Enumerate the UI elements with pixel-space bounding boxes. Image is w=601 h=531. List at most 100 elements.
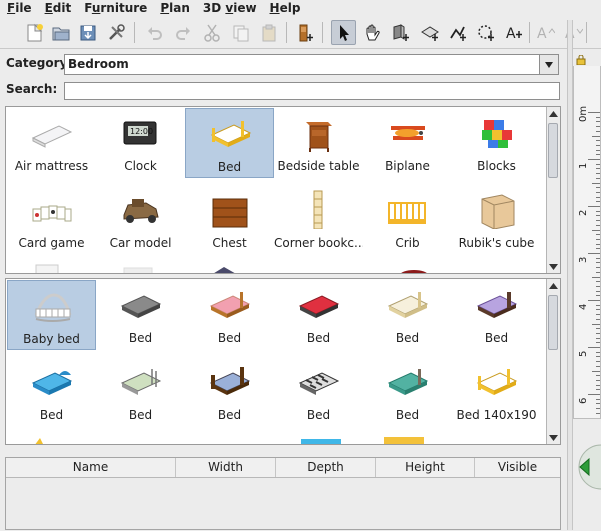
plan-view-pane: 0m 1 2 3 4 5 6 — [573, 50, 601, 531]
scroll-up-icon[interactable] — [547, 107, 560, 120]
catalog-item[interactable]: Crib — [363, 185, 452, 255]
ruler-minor-tick — [596, 389, 600, 391]
add-text-button[interactable]: A — [501, 20, 526, 45]
menu-furniture[interactable]: Furniture — [77, 0, 153, 16]
lock-icon[interactable] — [576, 54, 586, 66]
catalog-item-label: Chest — [212, 236, 247, 250]
result-item[interactable]: Bed — [185, 357, 274, 427]
new-home-button[interactable] — [22, 20, 47, 45]
scroll-thumb[interactable] — [548, 295, 558, 350]
column-header-name[interactable]: Name — [6, 458, 176, 477]
column-header-height[interactable]: Height — [376, 458, 475, 477]
catalog-item[interactable]: Car model — [96, 185, 185, 255]
scroll-up-icon[interactable] — [547, 279, 560, 292]
column-header-depth[interactable]: Depth — [276, 458, 376, 477]
result-item[interactable]: Bed — [7, 357, 96, 427]
catalog-item[interactable]: Rubik's cube — [452, 185, 541, 255]
result-item[interactable]: Bed — [274, 357, 363, 427]
add-furniture-button[interactable] — [292, 20, 317, 45]
scroll-thumb[interactable] — [548, 123, 558, 178]
result-item[interactable]: Bed — [274, 280, 363, 350]
redo-button[interactable] — [170, 20, 195, 45]
catalog-item[interactable]: 12:00 Clock — [96, 108, 185, 178]
ruler-minor-tick — [592, 276, 600, 278]
result-item-label: Bed — [395, 331, 420, 345]
ruler-minor-tick — [596, 332, 600, 334]
catalog-scrollbar[interactable] — [546, 107, 560, 273]
splitter-2[interactable] — [4, 447, 567, 453]
undo-button[interactable] — [142, 20, 167, 45]
ruler-minor-tick — [596, 295, 600, 297]
catalog-item[interactable]: Corner bookc... — [274, 185, 363, 255]
menu-3d-view[interactable]: 3D view — [196, 0, 263, 16]
result-item[interactable]: Bed — [452, 280, 541, 350]
create-polylines-button[interactable] — [445, 20, 470, 45]
open-button[interactable] — [48, 20, 73, 45]
pan-mode-button[interactable] — [359, 20, 384, 45]
ruler-minor-tick — [596, 121, 600, 123]
result-item-label: Bed — [306, 331, 331, 345]
result-item[interactable]: Baby bed — [7, 280, 96, 350]
ruler-minor-tick — [592, 370, 600, 372]
copy-button[interactable] — [228, 20, 253, 45]
ruler-minor-tick — [596, 262, 600, 264]
cut-icon — [203, 24, 220, 42]
bed-dark-wood-icon — [207, 361, 251, 401]
ruler-minor-tick — [596, 191, 600, 193]
result-item[interactable]: Bed — [96, 280, 185, 350]
paste-button[interactable] — [256, 20, 281, 45]
results-scrollbar[interactable] — [546, 279, 560, 444]
ruler-tick — [588, 206, 600, 207]
biplane-icon — [385, 112, 429, 152]
create-polylines-icon — [449, 26, 466, 41]
select-mode-button[interactable] — [331, 20, 356, 45]
create-rooms-button[interactable] — [417, 20, 442, 45]
catalog-item-label: Blocks — [477, 159, 516, 173]
navigation-arrows-icon[interactable] — [575, 439, 601, 499]
bed-pink-icon — [207, 284, 251, 324]
catalog-item[interactable]: Air mattress — [7, 108, 96, 178]
catalog-item[interactable]: Blocks — [452, 108, 541, 178]
cut-button[interactable] — [199, 20, 224, 45]
catalog-item[interactable]: Card game — [7, 185, 96, 255]
catalog-item-label: Crib — [395, 236, 420, 250]
crib-icon — [385, 189, 429, 229]
vertical-ruler: 0m 1 2 3 4 5 6 — [573, 66, 601, 438]
ruler-minor-tick — [596, 361, 600, 363]
menu-plan[interactable]: Plan — [153, 0, 196, 16]
save-button[interactable] — [75, 20, 100, 45]
catalog-item[interactable]: Chest — [185, 185, 274, 255]
scroll-down-icon[interactable] — [547, 431, 560, 444]
catalog-item[interactable]: Bedside table — [274, 108, 363, 178]
catalog-item[interactable]: Biplane — [363, 108, 452, 178]
search-input[interactable] — [64, 82, 560, 100]
menu-bar: File Edit Furniture Plan 3D view Help — [0, 0, 601, 16]
result-item[interactable]: Bed 140x190 — [452, 357, 541, 427]
column-header-width[interactable]: Width — [176, 458, 276, 477]
column-header-visible[interactable]: Visible — [475, 458, 560, 477]
catalog-item[interactable]: Bed — [185, 108, 274, 178]
catalog-item-label: Card game — [18, 236, 85, 250]
menu-edit[interactable]: Edit — [38, 0, 78, 16]
result-item[interactable]: Bed — [363, 280, 452, 350]
menu-help[interactable]: Help — [263, 0, 307, 16]
chevron-down-icon[interactable] — [539, 55, 558, 74]
create-walls-button[interactable] — [388, 20, 413, 45]
ruler-minor-tick — [596, 201, 600, 203]
create-dimensions-button[interactable] — [473, 20, 498, 45]
scroll-down-icon[interactable] — [547, 260, 560, 273]
menu-file[interactable]: File — [0, 0, 38, 16]
increase-text-button[interactable]: A — [532, 20, 557, 45]
ruler-minor-tick — [596, 384, 600, 386]
new-home-icon — [27, 23, 43, 41]
result-item[interactable]: Bed — [96, 357, 185, 427]
category-combo[interactable]: Bedroom — [64, 54, 559, 75]
ruler-minor-tick — [596, 281, 600, 283]
preferences-button[interactable] — [103, 20, 128, 45]
bed-metal-icon — [118, 361, 162, 401]
undo-icon — [147, 26, 162, 40]
result-item[interactable]: Bed — [363, 357, 452, 427]
create-rooms-icon — [420, 25, 439, 41]
result-item[interactable]: Bed — [185, 280, 274, 350]
ruler-minor-tick — [596, 220, 600, 222]
